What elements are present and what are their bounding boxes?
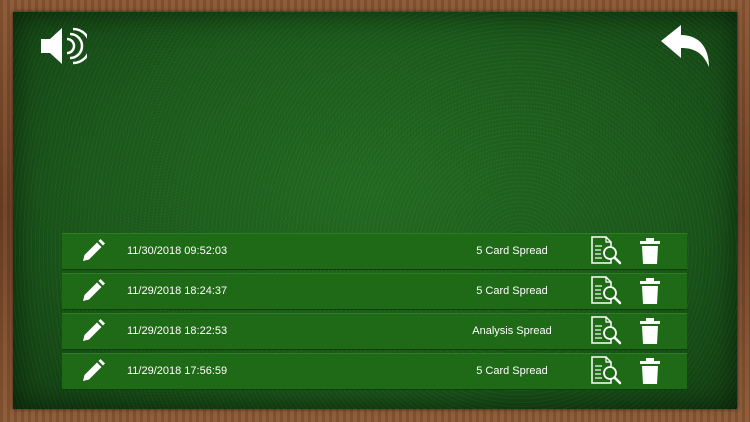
edit-button[interactable] <box>80 358 106 387</box>
view-spread-button[interactable] <box>590 275 622 309</box>
saved-spreads-list: 11/30/2018 09:52:03 5 Card Spread 11/29/… <box>62 233 687 393</box>
list-item: 11/29/2018 18:22:53 Analysis Spread <box>62 313 687 350</box>
delete-button[interactable] <box>638 277 662 307</box>
delete-button[interactable] <box>638 357 662 387</box>
trash-icon <box>639 357 661 388</box>
back-button[interactable] <box>660 22 712 74</box>
back-arrow-icon <box>659 23 713 74</box>
spread-datetime: 11/29/2018 18:24:37 <box>127 285 228 297</box>
pencil-icon <box>80 238 106 267</box>
spread-name: Analysis Spread <box>472 325 552 337</box>
spread-datetime: 11/29/2018 18:22:53 <box>127 325 228 337</box>
trash-icon <box>639 277 661 308</box>
pencil-icon <box>80 318 106 347</box>
edit-button[interactable] <box>80 278 106 307</box>
speaker-icon <box>37 23 92 74</box>
document-search-icon <box>590 235 622 269</box>
list-item: 11/30/2018 09:52:03 5 Card Spread <box>62 233 687 270</box>
pencil-icon <box>80 358 106 387</box>
delete-button[interactable] <box>638 317 662 347</box>
edit-button[interactable] <box>80 238 106 267</box>
spread-name: 5 Card Spread <box>476 365 548 377</box>
trash-icon <box>639 237 661 268</box>
sound-toggle-button[interactable] <box>36 22 92 74</box>
view-spread-button[interactable] <box>590 315 622 349</box>
delete-button[interactable] <box>638 237 662 267</box>
edit-button[interactable] <box>80 318 106 347</box>
wooden-frame: 11/30/2018 09:52:03 5 Card Spread 11/29/… <box>0 0 750 422</box>
view-spread-button[interactable] <box>590 235 622 269</box>
document-search-icon <box>590 355 622 389</box>
trash-icon <box>639 317 661 348</box>
spread-name: 5 Card Spread <box>476 245 548 257</box>
list-item: 11/29/2018 17:56:59 5 Card Spread <box>62 353 687 390</box>
spread-name: 5 Card Spread <box>476 285 548 297</box>
document-search-icon <box>590 275 622 309</box>
spread-datetime: 11/30/2018 09:52:03 <box>127 245 228 257</box>
document-search-icon <box>590 315 622 349</box>
view-spread-button[interactable] <box>590 355 622 389</box>
pencil-icon <box>80 278 106 307</box>
spread-datetime: 11/29/2018 17:56:59 <box>127 365 228 377</box>
list-item: 11/29/2018 18:24:37 5 Card Spread <box>62 273 687 310</box>
